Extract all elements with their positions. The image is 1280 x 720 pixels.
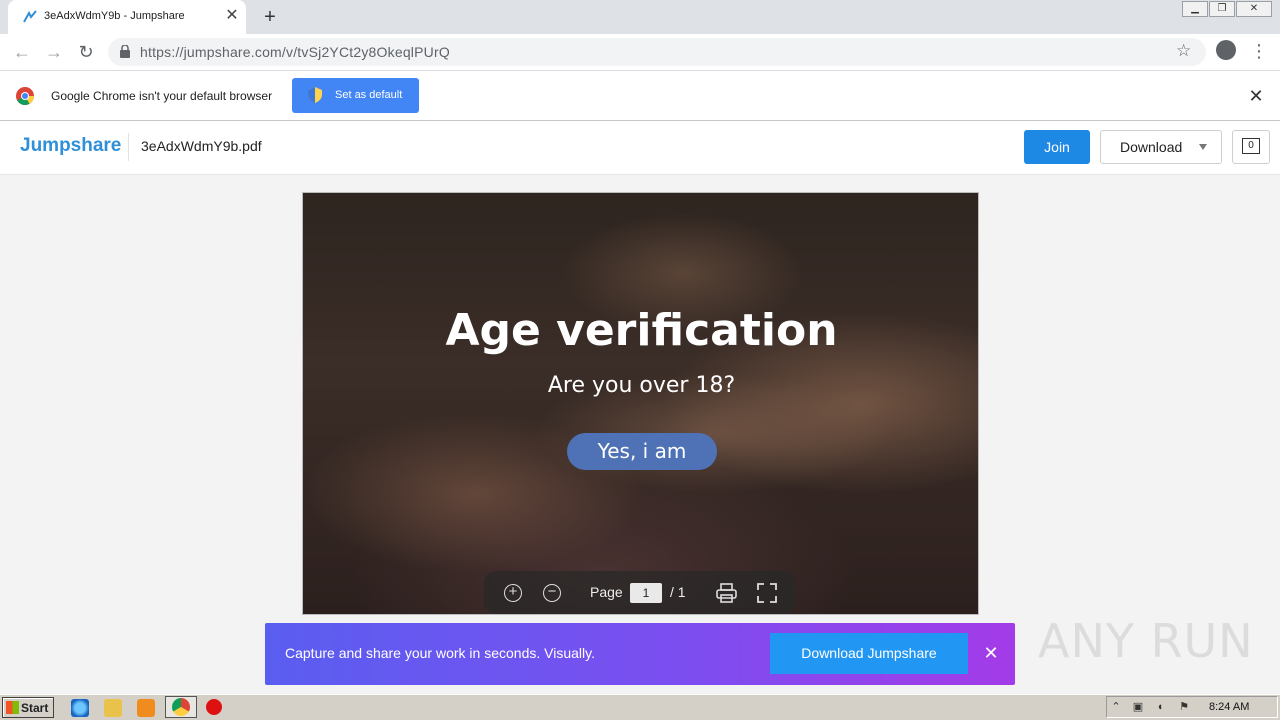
profile-icon[interactable] (1216, 40, 1236, 60)
page-label: Page (590, 584, 623, 600)
promo-banner: Capture and share your work in seconds. … (265, 623, 1015, 685)
age-question: Are you over 18? (547, 373, 736, 398)
file-explorer-icon[interactable] (104, 699, 122, 717)
default-browser-infobar: Google Chrome isn't your default browser… (0, 71, 1280, 121)
download-label: Download (1120, 139, 1183, 155)
anyrun-watermark: ANY RUN (1038, 614, 1254, 668)
zoom-in-icon[interactable]: + (504, 584, 522, 602)
page-number-input[interactable]: 1 (630, 583, 662, 603)
tray-expand-icon[interactable]: ⌃ (1109, 700, 1123, 714)
window-close-button[interactable]: ✕ (1236, 1, 1272, 17)
chrome-logo-icon (16, 87, 34, 105)
infobar-close-icon[interactable]: ✕ (1246, 86, 1266, 106)
back-icon[interactable]: ← (10, 41, 34, 63)
new-tab-button[interactable]: + (260, 6, 280, 28)
set-as-default-label: Set as default (335, 89, 403, 101)
tab-strip: 3eAdxWdmY9b - Jumpshare ✕ + ▁ ❐ ✕ (0, 0, 1280, 34)
forward-icon[interactable]: → (42, 41, 66, 63)
age-confirm-button[interactable]: Yes, i am (567, 433, 717, 470)
download-button[interactable]: Download (1100, 130, 1222, 164)
jumpshare-favicon-icon (23, 10, 37, 23)
tab-close-icon[interactable]: ✕ (224, 7, 240, 25)
zoom-out-icon[interactable]: − (543, 584, 561, 602)
system-tray: ⌃ ▣ ◖ ⚑ 8:24 AM (1106, 696, 1278, 718)
page-total: / 1 (670, 584, 686, 600)
minimize-button[interactable]: ▁ (1182, 1, 1208, 17)
browser-tab[interactable]: 3eAdxWdmY9b - Jumpshare ✕ (8, 0, 246, 34)
chrome-menu-icon[interactable]: ⋮ (1250, 38, 1268, 64)
url-text: https://jumpshare.com/v/tvSj2YCt2y8Okeql… (140, 44, 450, 60)
shield-icon (308, 87, 322, 103)
start-button[interactable]: Start (2, 697, 54, 718)
age-verification-title: Age verification (445, 305, 838, 356)
comments-button[interactable]: 0 (1232, 130, 1270, 164)
opera-icon[interactable] (206, 699, 222, 715)
reload-icon[interactable]: ↻ (74, 41, 98, 63)
infobar-message: Google Chrome isn't your default browser (51, 89, 273, 103)
chrome-taskbar-icon (172, 698, 190, 716)
set-as-default-button[interactable]: Set as default (292, 78, 419, 113)
media-player-icon[interactable] (137, 699, 155, 717)
taskbar-chrome-button[interactable] (165, 696, 197, 718)
print-icon[interactable] (716, 583, 737, 603)
windows-logo-icon (6, 701, 19, 714)
pdf-controls: + − Page 1 / 1 (484, 571, 796, 614)
promo-text: Capture and share your work in seconds. … (285, 645, 595, 661)
download-jumpshare-button[interactable]: Download Jumpshare (770, 633, 968, 674)
bookmark-star-icon[interactable]: ☆ (1176, 41, 1191, 61)
clock[interactable]: 8:24 AM (1209, 701, 1249, 713)
action-center-flag-icon[interactable]: ⚑ (1177, 700, 1191, 714)
network-icon[interactable]: ▣ (1131, 700, 1145, 714)
start-label: Start (21, 701, 49, 715)
jumpshare-logo[interactable]: Jumpshare (20, 135, 121, 157)
chevron-down-icon (1199, 144, 1207, 150)
fullscreen-icon[interactable] (757, 583, 777, 603)
windows-taskbar: Start ⌃ ▣ ◖ ⚑ 8:24 AM (0, 694, 1280, 720)
join-button[interactable]: Join (1024, 130, 1090, 164)
comment-count-icon: 0 (1242, 138, 1260, 154)
restore-button[interactable]: ❐ (1209, 1, 1235, 17)
address-bar[interactable]: https://jumpshare.com/v/tvSj2YCt2y8Okeql… (108, 38, 1206, 66)
jumpshare-header: Jumpshare 3eAdxWdmY9b.pdf Join Download … (0, 121, 1280, 175)
lock-icon (120, 45, 130, 58)
internet-explorer-icon[interactable] (71, 699, 89, 717)
file-name: 3eAdxWdmY9b.pdf (141, 138, 262, 154)
pdf-page: Age verification Are you over 18? Yes, i… (302, 192, 979, 615)
banner-close-icon[interactable]: ✕ (981, 641, 1001, 665)
header-divider (128, 133, 129, 161)
tab-title: 3eAdxWdmY9b - Jumpshare (44, 10, 185, 22)
volume-icon[interactable]: ◖ (1153, 700, 1167, 714)
browser-toolbar: ← → ↻ https://jumpshare.com/v/tvSj2YCt2y… (0, 34, 1280, 71)
